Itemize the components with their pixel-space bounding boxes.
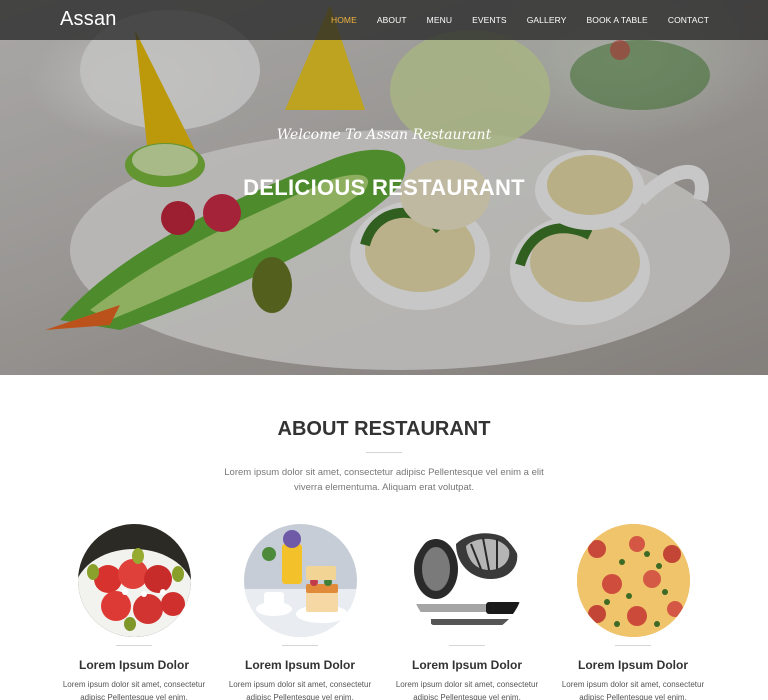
hero-section: Welcome To Assan Restaurant DELICIOUS RE… xyxy=(0,0,768,375)
nav-events[interactable]: EVENTS xyxy=(472,15,507,25)
feature-text: Lorem ipsum dolor sit amet, consectetur … xyxy=(62,680,206,700)
feature-card: Lorem Ipsum Dolor Lorem ipsum dolor sit … xyxy=(59,524,209,700)
pizza-image[interactable] xyxy=(576,524,690,637)
nav-menu[interactable]: MENU xyxy=(427,15,452,25)
feature-divider xyxy=(282,645,318,646)
nav-home[interactable]: HOME xyxy=(331,15,357,25)
about-title: ABOUT RESTAURANT xyxy=(277,418,491,440)
feature-text: Lorem ipsum dolor sit amet, consectetur … xyxy=(228,680,372,700)
main-nav: HOME ABOUT MENU EVENTS GALLERY BOOK A TA… xyxy=(311,0,709,40)
salad-image[interactable] xyxy=(77,524,191,637)
chef-knife-image[interactable] xyxy=(410,524,524,637)
feature-text: Lorem ipsum dolor sit amet, consectetur … xyxy=(561,680,705,700)
nav-contact[interactable]: CONTACT xyxy=(668,15,709,25)
hero-welcome-text: Welcome To Assan Restaurant xyxy=(276,127,492,143)
feature-title: Lorem Ipsum Dolor xyxy=(411,658,522,672)
brand-logo[interactable]: Assan xyxy=(60,8,117,31)
feature-text: Lorem ipsum dolor sit amet, consectetur … xyxy=(395,680,539,700)
feature-divider xyxy=(116,645,152,646)
feature-card: Lorem Ipsum Dolor Lorem ipsum dolor sit … xyxy=(558,524,708,700)
nav-gallery[interactable]: GALLERY xyxy=(527,15,567,25)
top-navbar: Assan HOME ABOUT MENU EVENTS GALLERY BOO… xyxy=(0,0,768,40)
feature-divider xyxy=(449,645,485,646)
about-divider xyxy=(366,452,402,453)
nav-about[interactable]: ABOUT xyxy=(377,15,407,25)
feature-card: Lorem Ipsum Dolor Lorem ipsum dolor sit … xyxy=(392,524,542,700)
about-text: Lorem ipsum dolor sit amet, consectetur … xyxy=(224,467,544,493)
hero-title: DELICIOUS RESTAURANT xyxy=(243,175,525,200)
cake-coffee-image[interactable] xyxy=(243,524,357,637)
nav-book-a-table[interactable]: BOOK A TABLE xyxy=(586,15,647,25)
feature-divider xyxy=(615,645,651,646)
feature-card: Lorem Ipsum Dolor Lorem ipsum dolor sit … xyxy=(225,524,375,700)
feature-title: Lorem Ipsum Dolor xyxy=(577,658,688,672)
feature-title: Lorem Ipsum Dolor xyxy=(244,658,355,672)
feature-title: Lorem Ipsum Dolor xyxy=(78,658,189,672)
